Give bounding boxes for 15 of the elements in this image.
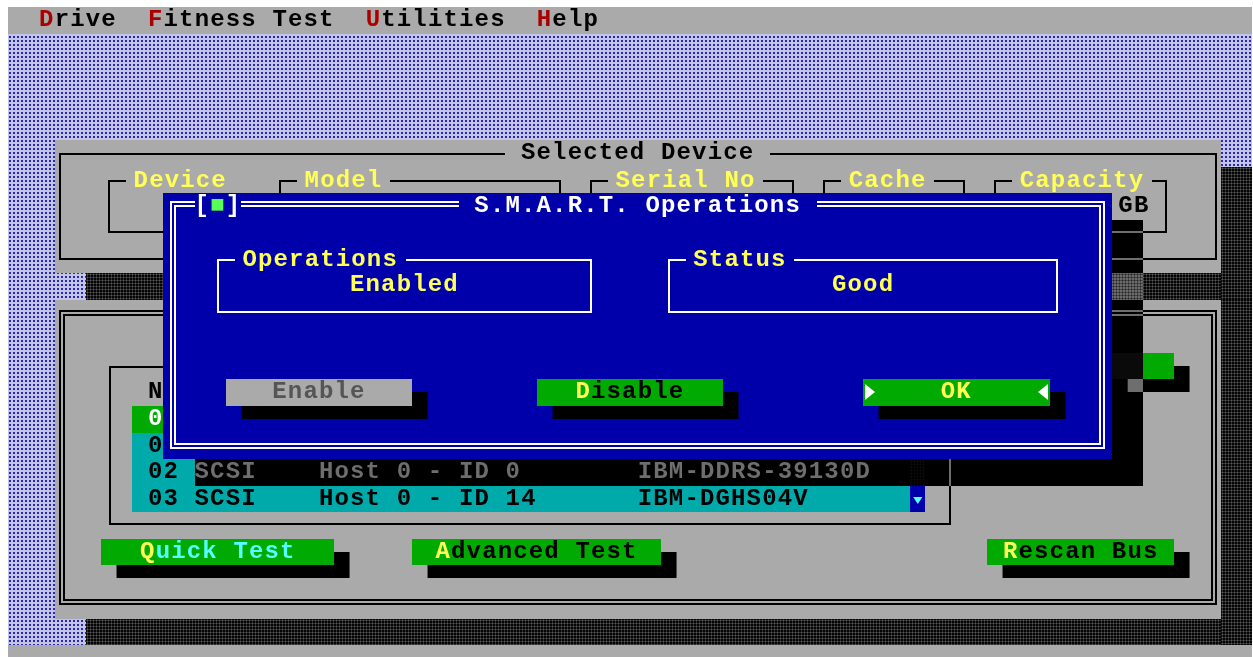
table-cell-text: 02 — [146, 459, 181, 486]
field-value: Good — [831, 272, 895, 301]
field-value: Enabled — [350, 272, 459, 301]
table-cell-text: SCSI — [194, 459, 258, 486]
table-cell-text: SCSI — [194, 485, 258, 513]
table-cell: IBM-DGHS04V — [637, 485, 809, 513]
field-value: GB — [1118, 192, 1151, 220]
table-cell-text: Host 0 - ID 14 — [318, 485, 538, 513]
table-cell-text: 0 — [146, 432, 165, 460]
dialog-title: S.M.A.R.T. Operations — [458, 193, 817, 220]
table-cell: IBM-DDRS-39130D — [637, 459, 871, 486]
table-cell-text: 03 — [146, 485, 181, 513]
table-cell-text: Host 0 - ID 0 — [318, 459, 523, 486]
column-header: N — [147, 379, 164, 406]
field-label: Operations — [234, 247, 406, 274]
